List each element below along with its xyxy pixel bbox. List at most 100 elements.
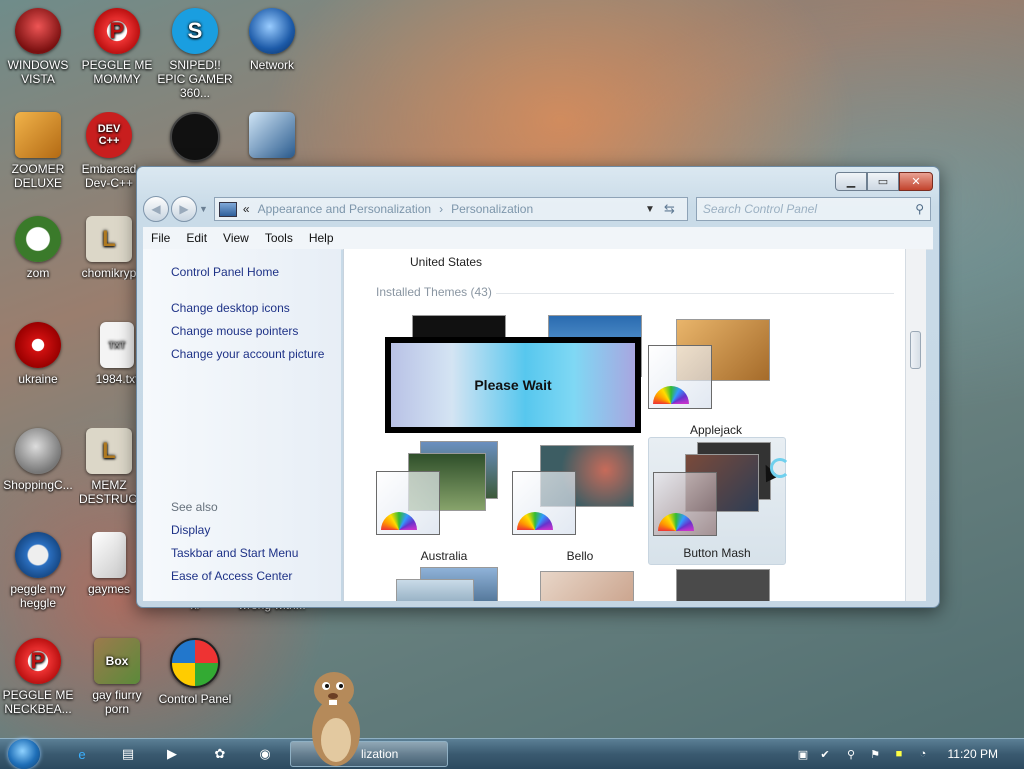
tray-notification-icon[interactable]: ■ bbox=[892, 747, 906, 761]
control-panel-small-icon bbox=[218, 201, 237, 217]
breadcrumb-personalization[interactable]: Personalization bbox=[451, 202, 533, 216]
desktop-icon-dark-app[interactable] bbox=[157, 112, 233, 166]
theme-item-row3-a[interactable] bbox=[376, 567, 512, 601]
desktop-icon-memz[interactable]: L MEMZ DESTRUCT bbox=[79, 428, 139, 506]
desktop-icon-label: Embarcad Dev-C++ bbox=[81, 162, 137, 190]
theme-item-bello[interactable]: Bello bbox=[512, 441, 648, 567]
desktop-icon-gaymes[interactable]: gaymes bbox=[79, 532, 139, 596]
desktop-icon-peggle-me-neckbea[interactable]: P PEGGLE ME NECKBEA... bbox=[0, 638, 76, 716]
desktop-icon-label: ukraine bbox=[18, 372, 58, 386]
forward-button[interactable]: ▶ bbox=[171, 196, 197, 222]
desktop-icon-label: chomikryp bbox=[81, 266, 137, 280]
theme-item-row3-c[interactable] bbox=[648, 567, 784, 601]
dev-cpp-icon: DEV C++ bbox=[86, 112, 132, 158]
scrollbar-thumb[interactable] bbox=[910, 331, 921, 369]
desktop-icon-shopping[interactable]: ShoppingC... bbox=[0, 428, 76, 492]
theme-label: Australia bbox=[420, 549, 468, 563]
change-desktop-icons-link[interactable]: Change desktop icons bbox=[171, 301, 290, 315]
theme-item-row3-b[interactable] bbox=[512, 567, 648, 601]
color-fan-icon bbox=[653, 386, 689, 404]
tray-network-icon[interactable]: ▣ bbox=[796, 747, 810, 761]
vista-ball-icon bbox=[15, 8, 61, 54]
menu-edit[interactable]: Edit bbox=[178, 231, 215, 245]
menu-file[interactable]: File bbox=[143, 231, 178, 245]
control-panel-home-link[interactable]: Control Panel Home bbox=[171, 265, 279, 279]
breadcrumb-separator[interactable]: › bbox=[439, 202, 443, 216]
explorer-folder-icon[interactable]: ▤ bbox=[118, 745, 138, 763]
media-player-icon[interactable]: ▶ bbox=[162, 745, 182, 763]
theme-item-australia[interactable]: Australia bbox=[376, 441, 512, 567]
menu-tools[interactable]: Tools bbox=[257, 231, 301, 245]
forward-arrow-icon: ▶ bbox=[179, 202, 189, 216]
theme-color-swatch bbox=[648, 345, 712, 409]
desktop-icon-zoomer-deluxe[interactable]: ZOOMER DELUXE bbox=[0, 112, 76, 190]
minimize-button[interactable]: ▁ bbox=[835, 172, 867, 191]
flower-icon bbox=[15, 216, 61, 262]
chrome-icon[interactable]: ◉ bbox=[255, 745, 275, 763]
desktop-icon-label: ZOOMER DELUXE bbox=[11, 162, 65, 190]
radiation-icon bbox=[15, 322, 61, 368]
search-input[interactable]: Search Control Panel ⚲ bbox=[695, 197, 931, 221]
address-bar[interactable]: « Appearance and Personalization › Perso… bbox=[213, 197, 688, 221]
breadcrumb-overflow[interactable]: « bbox=[243, 202, 250, 216]
internet-explorer-icon[interactable]: e bbox=[72, 745, 92, 763]
taskbar-start-menu-link[interactable]: Taskbar and Start Menu bbox=[171, 546, 298, 560]
desktop-icon-label: Network bbox=[249, 58, 294, 72]
tray-flag-icon[interactable]: ⚑ bbox=[868, 747, 882, 761]
desktop-icon-chomikryp[interactable]: L chomikryp bbox=[79, 216, 139, 280]
color-fan-icon bbox=[381, 512, 417, 530]
desktop-icon-box[interactable]: Box gay fiurry porn bbox=[79, 638, 155, 716]
desktop-icon-label: PEGGLE ME MOMMY bbox=[81, 58, 153, 86]
tray-check-icon[interactable]: ✔ bbox=[818, 747, 832, 761]
tray-volume-icon[interactable]: ◔ bbox=[916, 747, 930, 761]
change-mouse-pointers-link[interactable]: Change mouse pointers bbox=[171, 324, 298, 338]
desktop-icon-control-panel[interactable]: Control Panel bbox=[157, 638, 233, 706]
ease-of-access-link[interactable]: Ease of Access Center bbox=[171, 569, 292, 583]
back-button[interactable]: ◀ bbox=[143, 196, 169, 222]
desktop-icon-peggle-my-heggle[interactable]: peggle my heggle bbox=[0, 532, 76, 610]
back-arrow-icon: ◀ bbox=[151, 202, 161, 216]
desktop-icon-zom[interactable]: zom bbox=[0, 216, 76, 280]
desktop-icon-monitor[interactable] bbox=[234, 112, 310, 162]
desktop-icon-sniped[interactable]: S SNIPED!! EPIC GAMER 360... bbox=[157, 8, 233, 100]
desktop-icon-ukraine[interactable]: ukraine bbox=[0, 322, 76, 386]
taskbar-clock[interactable]: 11:20 PM bbox=[948, 747, 998, 761]
desktop-icon-windows-vista[interactable]: WINDOWS VISTA bbox=[0, 8, 76, 86]
see-also-heading: See also bbox=[171, 500, 218, 514]
start-orb-button[interactable] bbox=[8, 739, 40, 769]
desktop-icon-label: WINDOWS VISTA bbox=[7, 58, 69, 86]
media-file-icon bbox=[92, 532, 126, 578]
network-globe-icon bbox=[249, 8, 295, 54]
theme-preview bbox=[540, 571, 634, 601]
taskbar-item-label: lization bbox=[361, 747, 399, 761]
box-app-icon: Box bbox=[94, 638, 140, 684]
display-link[interactable]: Display bbox=[171, 523, 210, 537]
desktop-icon-peggle-me-mommy[interactable]: P PEGGLE ME MOMMY bbox=[79, 8, 155, 86]
dark-app-icon bbox=[170, 112, 220, 162]
theme-item-button-mash[interactable]: Button Mash bbox=[648, 437, 786, 565]
theme-label: Applejack bbox=[689, 423, 743, 437]
recent-pages-icon[interactable]: ▼ bbox=[199, 204, 208, 214]
tray-search-icon[interactable]: ⚲ bbox=[844, 747, 858, 761]
theme-label: Bello bbox=[566, 549, 594, 563]
desktop-icon-network[interactable]: Network bbox=[234, 8, 310, 72]
theme-color-swatch bbox=[653, 472, 717, 536]
close-button[interactable]: ✕ bbox=[899, 172, 933, 191]
refresh-icon[interactable]: ⇆ bbox=[664, 201, 675, 217]
themes-scrollbar[interactable] bbox=[905, 249, 926, 601]
desktop-icon-dev-cpp[interactable]: DEV C++ Embarcad Dev-C++ bbox=[79, 112, 139, 190]
menu-help[interactable]: Help bbox=[301, 231, 342, 245]
search-icon[interactable]: ⚲ bbox=[915, 202, 924, 216]
app-icon[interactable]: ✿ bbox=[210, 745, 230, 763]
address-dropdown-icon[interactable]: ▼ bbox=[645, 204, 655, 215]
breadcrumb-appearance[interactable]: Appearance and Personalization bbox=[258, 202, 431, 216]
desktop-icon-label: gay fiurry porn bbox=[92, 688, 142, 716]
change-account-picture-link[interactable]: Change your account picture bbox=[171, 347, 324, 361]
menu-view[interactable]: View bbox=[215, 231, 257, 245]
peggle-icon: P bbox=[94, 8, 140, 54]
theme-item-applejack[interactable]: Applejack bbox=[648, 315, 784, 441]
task-pane: Control Panel Home Change desktop icons … bbox=[143, 249, 341, 601]
maximize-button[interactable]: ▭ bbox=[867, 172, 899, 191]
desktop-icon-label: Control Panel bbox=[158, 692, 232, 706]
monitor-icon bbox=[249, 112, 295, 158]
